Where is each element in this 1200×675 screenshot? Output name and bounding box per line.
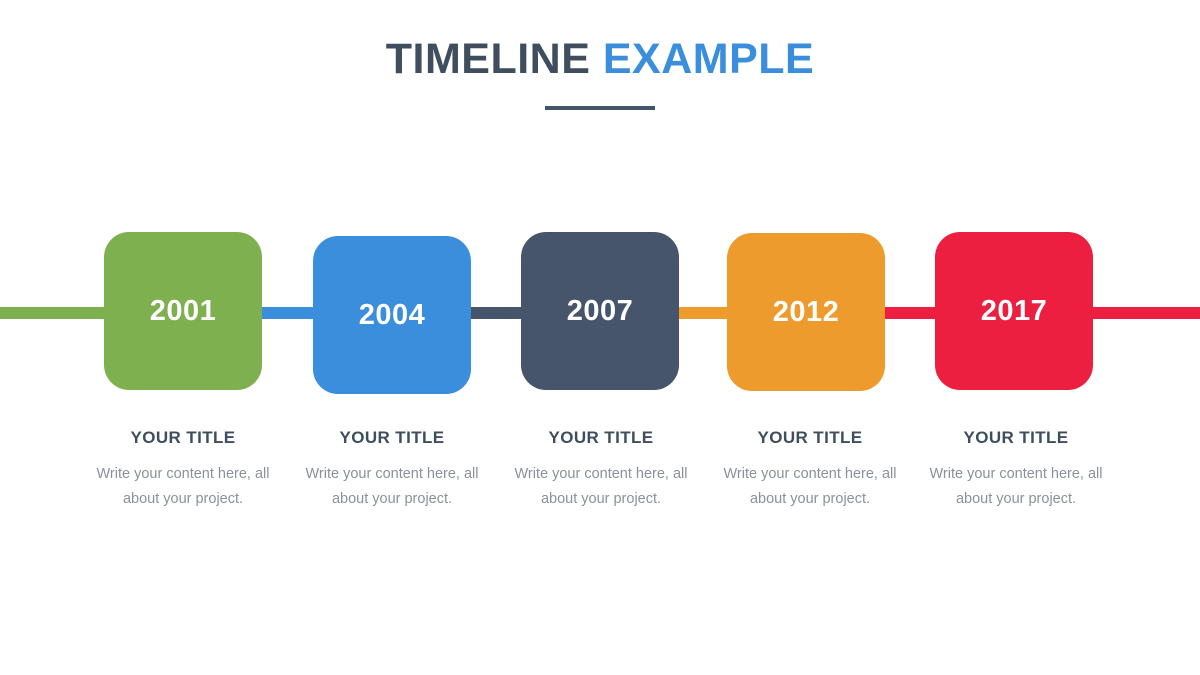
- timeline-node-year-2012: 2012: [772, 295, 840, 328]
- timeline-connector-segment-2: [466, 307, 525, 319]
- timeline-caption-body-2004: Write your content here, all about your …: [305, 466, 479, 508]
- timeline-caption-body-2001: Write your content here, all about your …: [96, 466, 270, 508]
- timeline-caption-body-2017: Write your content here, all about your …: [929, 466, 1103, 508]
- timeline-node-year-2007: 2007: [566, 294, 634, 327]
- timeline-graphic: 2001 2004 2007 2012 2017 YOUR TITLE Writ…: [0, 0, 1200, 675]
- timeline-connector-segment-5: [1089, 307, 1200, 319]
- timeline-caption-title-2017: YOUR TITLE: [963, 428, 1069, 447]
- timeline-caption-title-2012: YOUR TITLE: [757, 428, 863, 447]
- timeline-caption-title-2004: YOUR TITLE: [339, 428, 445, 447]
- timeline-node-2004[interactable]: 2004: [313, 236, 471, 394]
- timeline-node-2017[interactable]: 2017: [935, 232, 1093, 390]
- timeline-connector-segment-1: [258, 307, 316, 319]
- timeline-connector-segment-0: [0, 307, 106, 319]
- timeline-caption-title-2001: YOUR TITLE: [130, 428, 236, 447]
- timeline-node-year-2001: 2001: [149, 294, 217, 327]
- timeline-caption-body-2007: Write your content here, all about your …: [514, 466, 688, 508]
- timeline-connector-segment-3: [676, 307, 730, 319]
- timeline-caption-2001: YOUR TITLE Write your content here, all …: [63, 428, 303, 512]
- timeline-caption-body-2012: Write your content here, all about your …: [723, 466, 897, 508]
- timeline-caption-title-2007: YOUR TITLE: [548, 428, 654, 447]
- timeline-caption-2004: YOUR TITLE Write your content here, all …: [272, 428, 512, 512]
- timeline-caption-2017: YOUR TITLE Write your content here, all …: [896, 428, 1136, 512]
- timeline-caption-2012: YOUR TITLE Write your content here, all …: [690, 428, 930, 512]
- timeline-node-2007[interactable]: 2007: [521, 232, 679, 390]
- timeline-caption-2007: YOUR TITLE Write your content here, all …: [481, 428, 721, 512]
- timeline-node-2012[interactable]: 2012: [727, 233, 885, 391]
- timeline-node-year-2004: 2004: [358, 298, 426, 331]
- timeline-node-2001[interactable]: 2001: [104, 232, 262, 390]
- slide-canvas: TIMELINE EXAMPLE 2001 2004 2007 2012 201…: [0, 0, 1200, 675]
- timeline-node-year-2017: 2017: [980, 294, 1048, 327]
- timeline-connector-segment-4: [880, 307, 939, 319]
